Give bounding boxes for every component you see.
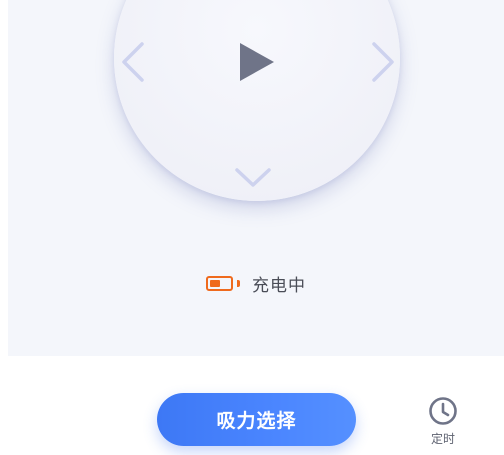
status-text: 充电中 <box>252 275 306 296</box>
clock-icon <box>429 397 457 425</box>
chevron-left-icon <box>122 42 144 82</box>
battery-tip <box>237 279 240 287</box>
direction-down-button[interactable] <box>232 163 274 191</box>
charging-status: 充电中 <box>206 270 306 296</box>
chevron-right-icon <box>372 42 394 82</box>
battery-level <box>210 279 220 287</box>
timer-button[interactable]: 定时 <box>422 396 464 450</box>
suction-select-button[interactable]: 吸力选择 <box>157 393 356 446</box>
battery-icon <box>206 275 233 291</box>
control-panel: 充电中 <box>8 0 504 356</box>
chevron-down-icon <box>235 168 271 187</box>
direction-left-button[interactable] <box>118 39 150 85</box>
direction-right-button[interactable] <box>366 39 398 85</box>
play-icon <box>240 43 274 81</box>
direction-pad <box>114 0 400 201</box>
play-button[interactable] <box>234 39 278 85</box>
timer-label: 定时 <box>430 432 455 446</box>
robot-control-screen: 充电中 吸力选择 定时 <box>0 0 504 455</box>
